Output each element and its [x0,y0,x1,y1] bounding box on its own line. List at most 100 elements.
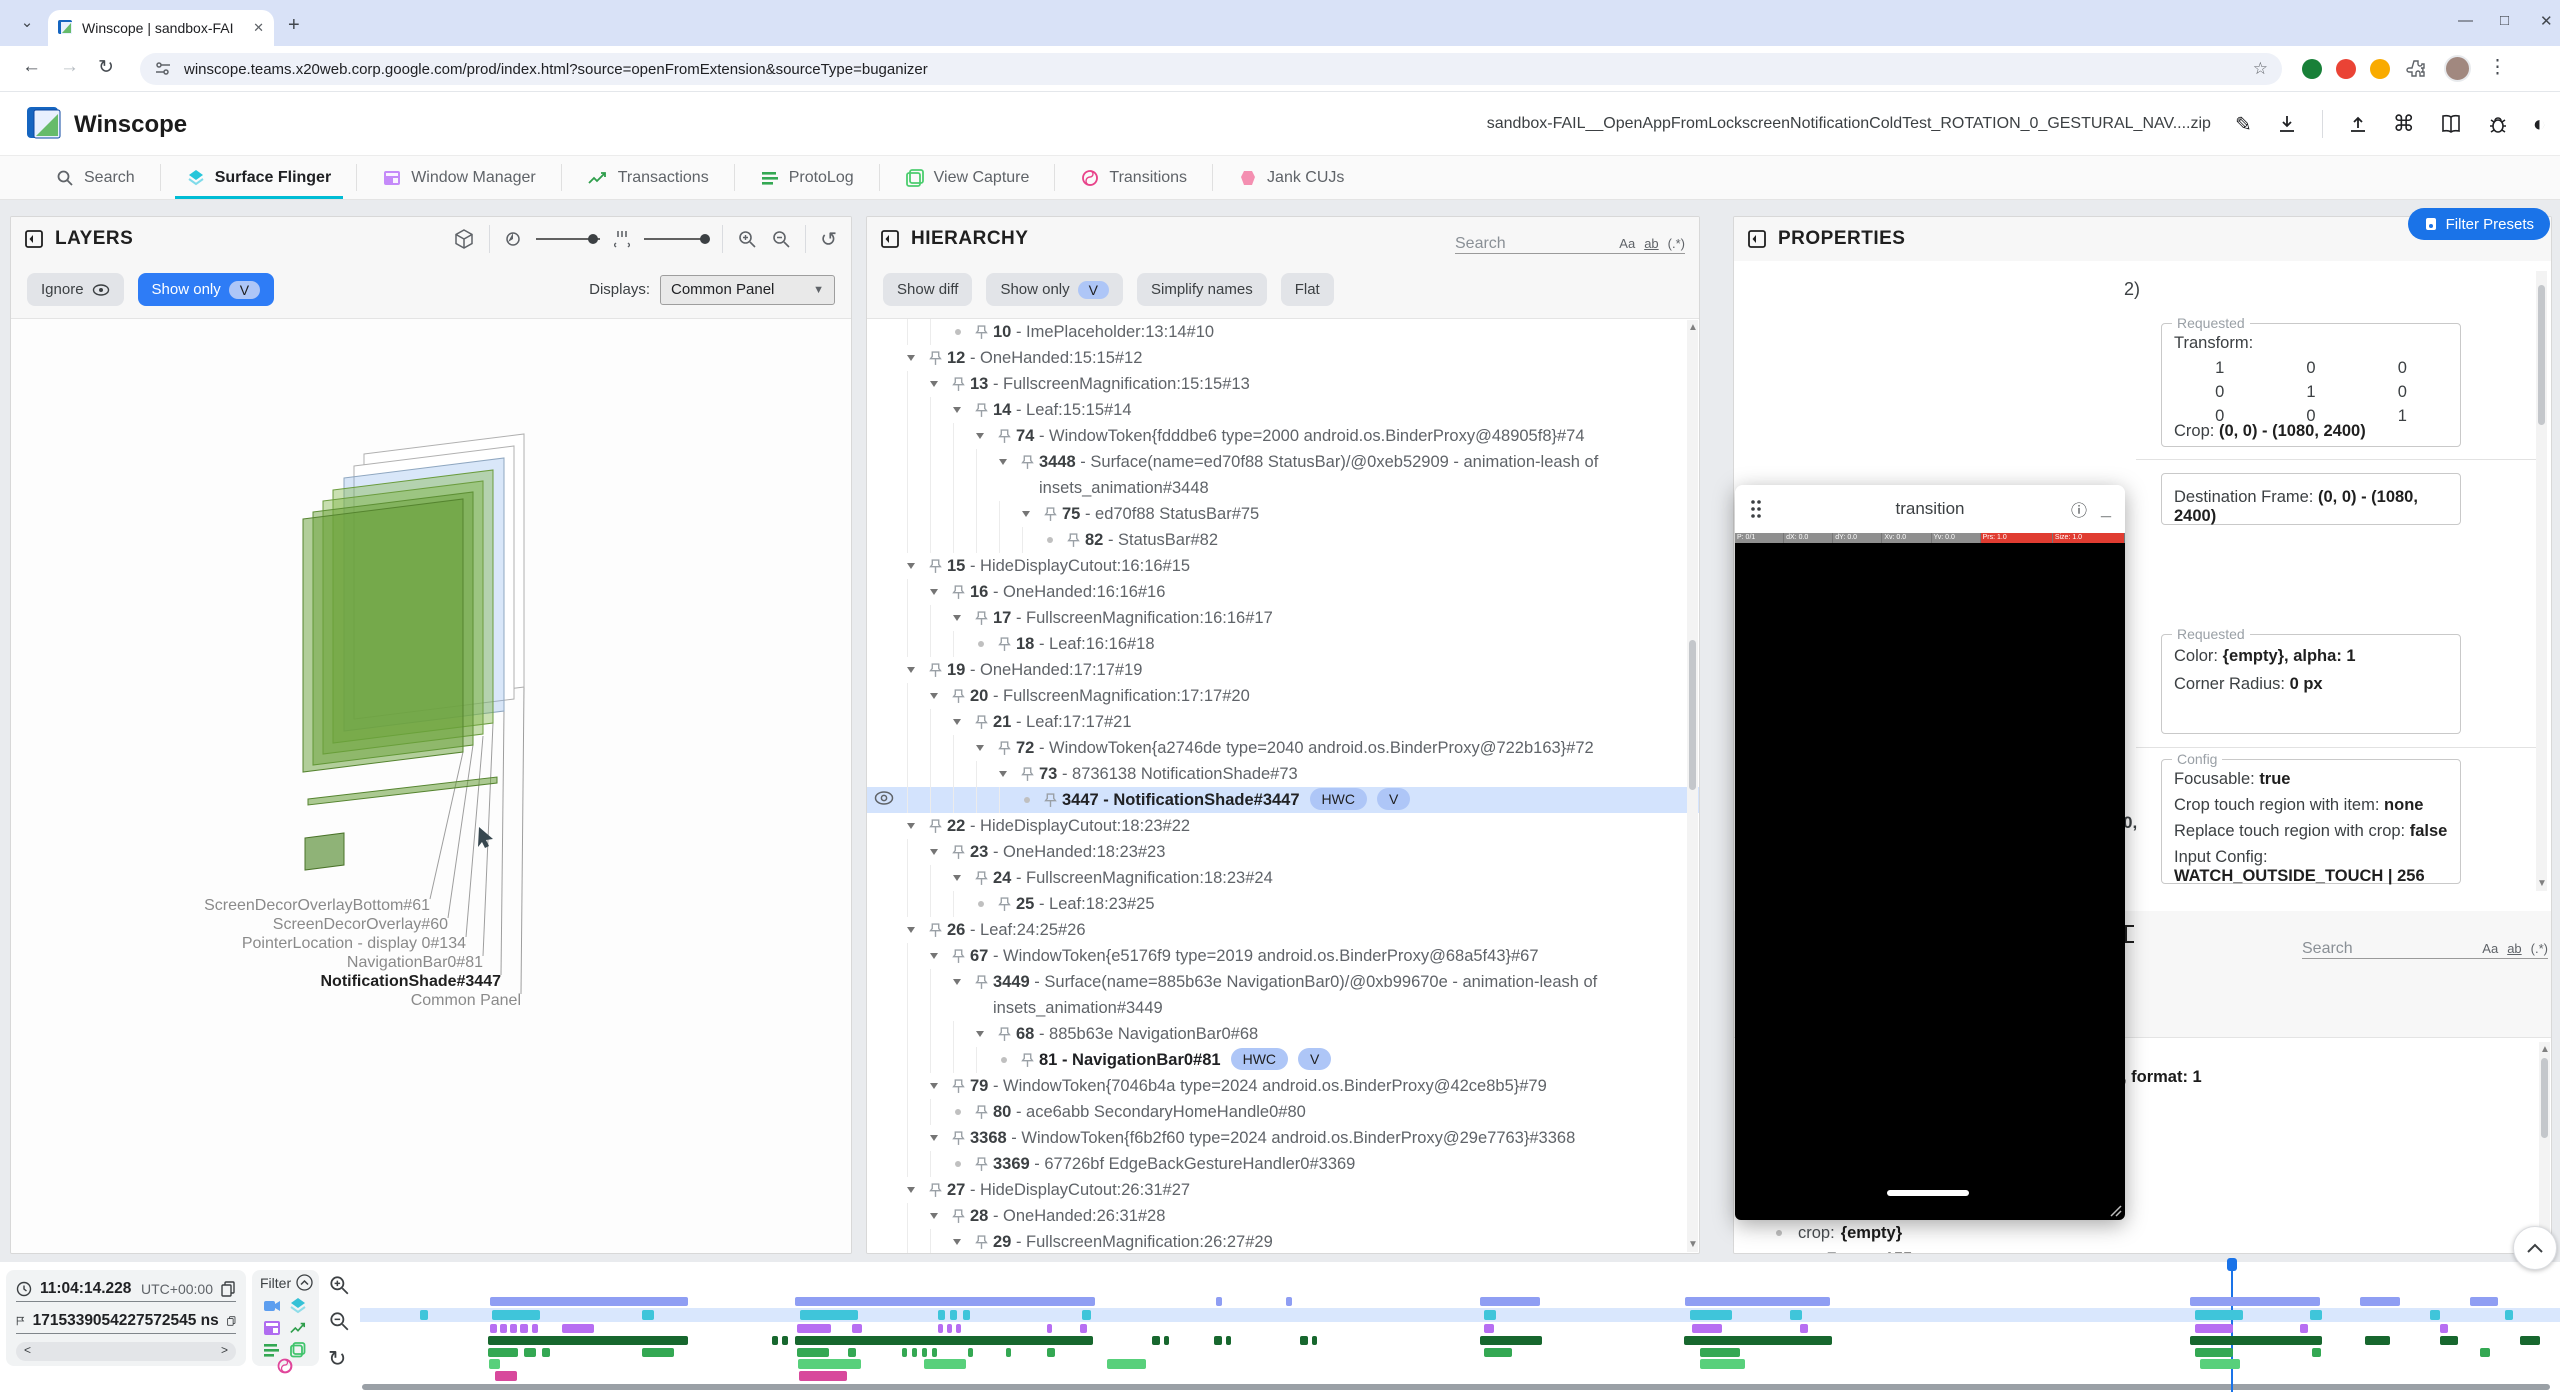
surface-flinger-segment[interactable] [2310,1310,2322,1320]
new-tab-button[interactable]: + [288,14,300,37]
browser-tab[interactable]: Winscope | sandbox-FAI ✕ [48,10,274,46]
match-word-icon[interactable]: ab [2507,941,2521,956]
transactions-segment[interactable] [1480,1336,1542,1345]
pin-icon[interactable] [929,553,947,574]
pin-icon[interactable] [975,1099,993,1120]
visibility-eye-icon[interactable] [874,790,894,806]
hierarchy-tree-row[interactable]: 80 - ace6abb SecondaryHomeHandle0#80 [867,1099,1699,1125]
screen-recording-segment[interactable] [1286,1297,1292,1306]
window-manager-trace-icon[interactable] [264,1320,280,1336]
protolog-segment[interactable] [848,1348,856,1357]
reset-view-icon[interactable]: ↺ [820,227,837,252]
surface-flinger-segment[interactable] [938,1310,945,1320]
profile-avatar[interactable] [2444,55,2471,82]
show-diff-chip[interactable]: Show diff [883,273,972,306]
pin-icon[interactable] [929,345,947,366]
timeline-canvas[interactable] [360,1262,2560,1392]
protolog-segment[interactable] [902,1348,907,1357]
regex-icon[interactable]: (.*) [1668,236,1685,251]
info-icon[interactable]: ⓘ [2071,497,2087,521]
match-word-icon[interactable]: ab [1644,236,1658,251]
view-capture-segment[interactable] [798,1359,861,1369]
view-capture-trace-icon[interactable] [290,1342,306,1358]
pin-icon[interactable] [952,943,970,964]
pin-icon[interactable] [975,709,993,730]
window-maximize-button[interactable]: □ [2500,12,2509,29]
surface-flinger-segment[interactable] [420,1310,428,1320]
copy-icon[interactable] [227,1313,236,1329]
pin-icon[interactable] [1067,527,1085,548]
protolog-segment[interactable] [1700,1348,1740,1357]
collapse-filter-icon[interactable] [296,1274,313,1291]
transition-window-titlebar[interactable]: transition ⓘ _ [1735,485,2125,533]
timeline-zoom-out-icon[interactable] [328,1310,350,1332]
scroll-up-icon[interactable]: ▲ [1688,322,1698,333]
protolog-segment[interactable] [1047,1348,1055,1357]
protolog-segment[interactable] [2195,1348,2233,1357]
expand-arrow-icon[interactable] [930,1213,938,1219]
transactions-segment[interactable] [2440,1336,2458,1345]
expand-arrow-icon[interactable] [999,459,1007,465]
pin-icon[interactable] [975,969,993,990]
hierarchy-tree-row[interactable]: 79 - WindowToken{7046b4a type=2024 andro… [867,1073,1699,1099]
simplify-names-chip[interactable]: Simplify names [1137,273,1267,306]
pin-icon[interactable] [952,1073,970,1094]
time-ns-value[interactable]: 1715339054227572545 ns [33,1312,219,1330]
surface-flinger-segment[interactable] [492,1310,540,1320]
hierarchy-tree-row[interactable]: 3447 - NotificationShade#3447HWCV [867,787,1699,813]
pin-icon[interactable] [952,1203,970,1224]
expand-arrow-icon[interactable] [930,381,938,387]
transactions-segment[interactable] [488,1336,688,1345]
window-manager-segment[interactable] [1080,1324,1087,1333]
expand-arrow-icon[interactable] [930,693,938,699]
tab-search[interactable]: Search [30,156,161,199]
view-capture-segment[interactable] [924,1359,966,1369]
layer-label[interactable]: ScreenDecorOverlay#60 [273,916,448,934]
expand-arrow-icon[interactable] [907,823,915,829]
expand-arrow-icon[interactable] [976,433,984,439]
surface-flinger-trace-icon[interactable] [290,1298,306,1314]
transition-screenshot-window[interactable]: transition ⓘ _ P: 0/1dX: 0.0dY: 0.0Xv: 0… [1735,485,2125,1220]
tab-transactions[interactable]: Transactions [562,156,735,199]
pin-icon[interactable] [1044,501,1062,522]
view-capture-segment[interactable] [1700,1359,1745,1369]
reload-icon[interactable]: ↻ [98,56,114,79]
hierarchy-tree-row[interactable]: 26 - Leaf:24:25#26 [867,917,1699,943]
download-icon[interactable] [2276,113,2298,135]
collapse-panel-icon[interactable] [2124,925,2136,943]
pin-icon[interactable] [1021,1047,1039,1068]
transactions-segment[interactable] [2520,1336,2540,1345]
spacing-icon[interactable] [614,230,630,248]
rotation-icon[interactable] [504,230,522,248]
regex-icon[interactable]: (.*) [2531,941,2548,956]
human-time-row[interactable]: 11:04:14.228 UTC+00:00 [16,1276,236,1302]
ns-time-row[interactable]: 1715339054227572545 ns [16,1308,236,1334]
pin-icon[interactable] [975,1151,993,1172]
protolog-segment[interactable] [488,1348,518,1357]
hierarchy-tree-row[interactable]: 67 - WindowToken{e5176f9 type=2019 andro… [867,943,1699,969]
protolog-trace-icon[interactable] [264,1342,280,1358]
expand-arrow-icon[interactable] [907,563,915,569]
upload-icon[interactable] [2347,113,2369,135]
window-manager-segment[interactable] [956,1324,961,1333]
layer-label[interactable]: PointerLocation - display 0#134 [242,935,466,953]
surface-flinger-segment[interactable] [1690,1310,1732,1320]
transactions-segment[interactable] [1312,1336,1317,1345]
hierarchy-tree-row[interactable]: 24 - FullscreenMagnification:18:23#24 [867,865,1699,891]
resize-handle-icon[interactable] [2105,1200,2123,1218]
window-manager-segment[interactable] [490,1324,497,1333]
expand-arrow-icon[interactable] [930,953,938,959]
expand-arrow-icon[interactable] [953,1239,961,1245]
screen-recording-segment[interactable] [1685,1297,1830,1306]
pin-icon[interactable] [998,423,1016,444]
flat-chip[interactable]: Flat [1281,273,1334,306]
hierarchy-tree-row[interactable]: 3449 - Surface(name=885b63e NavigationBa… [867,969,1699,1021]
tab-protolog[interactable]: ProtoLog [735,156,880,199]
extension-icon-green[interactable] [2302,59,2322,79]
pin-icon[interactable] [1021,449,1039,470]
hierarchy-tree-row[interactable]: 3369 - 67726bf EdgeBackGestureHandler0#3… [867,1151,1699,1177]
surface-flinger-segment[interactable] [1082,1310,1091,1320]
transactions-segment[interactable] [1152,1336,1160,1345]
scroll-up-icon[interactable]: ▲ [2540,1044,2550,1055]
window-manager-segment[interactable] [1047,1324,1052,1333]
